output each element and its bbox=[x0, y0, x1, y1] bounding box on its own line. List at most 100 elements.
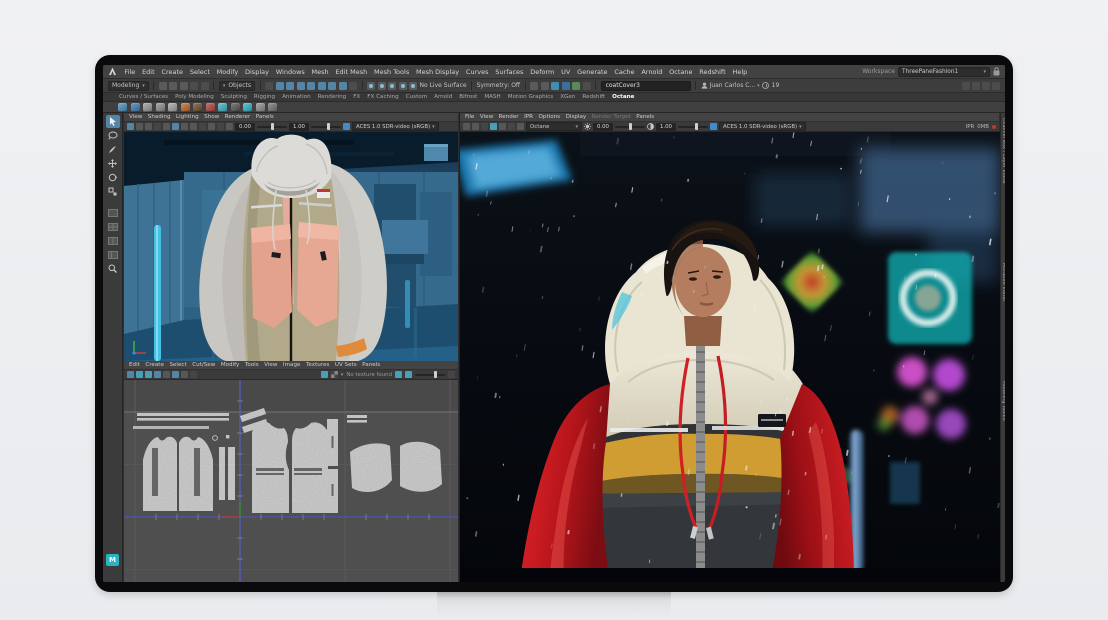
shelf-tab[interactable]: Rigging bbox=[254, 94, 275, 100]
octane-stop-render-icon[interactable] bbox=[268, 103, 277, 112]
shelf-tab[interactable]: Poly Modeling bbox=[175, 94, 214, 100]
menu-item[interactable]: Edit Mesh bbox=[332, 68, 371, 76]
camera-lock-icon[interactable] bbox=[136, 123, 143, 130]
octane-environment-icon[interactable] bbox=[181, 103, 190, 112]
quick-selection-input[interactable]: coatCover3 bbox=[601, 81, 691, 91]
uv-range-icon[interactable] bbox=[448, 371, 455, 378]
uv-texture-display-icon[interactable] bbox=[321, 371, 328, 378]
sidebar-toggle-toolsettings-icon[interactable] bbox=[982, 82, 990, 90]
uv-menu-item[interactable]: Select bbox=[169, 362, 186, 368]
uv-iso-icon[interactable] bbox=[163, 371, 170, 378]
mask-rendering-icon[interactable] bbox=[339, 82, 347, 90]
checker-map-icon[interactable] bbox=[331, 371, 338, 378]
grid-toggle-icon[interactable] bbox=[145, 123, 152, 130]
viewport-3d-canvas[interactable] bbox=[124, 132, 458, 361]
uv-menu-item[interactable]: Edit bbox=[129, 362, 140, 368]
menu-item[interactable]: Select bbox=[186, 68, 213, 76]
render-region-icon[interactable] bbox=[490, 123, 497, 130]
snap-curve-icon[interactable] bbox=[378, 82, 386, 90]
uv-menu-item[interactable]: Tools bbox=[245, 362, 259, 368]
render-menu-item[interactable]: Panels bbox=[636, 114, 654, 120]
move-tool[interactable] bbox=[106, 157, 120, 170]
aa-icon[interactable] bbox=[217, 123, 224, 130]
snap-grid-icon[interactable] bbox=[367, 82, 375, 90]
render-colorspace-dropdown[interactable]: ACES 1.0 SDR-video (sRGB)▾ bbox=[719, 122, 806, 131]
uv-filter-icon[interactable] bbox=[405, 371, 412, 378]
uv-face-mode-icon[interactable] bbox=[145, 371, 152, 378]
color-management-icon[interactable] bbox=[343, 123, 350, 130]
shelf-tab[interactable]: Sculpting bbox=[221, 94, 247, 100]
render-engine-dropdown[interactable]: Octane▾ bbox=[526, 122, 582, 131]
render-settings-icon[interactable] bbox=[551, 82, 559, 90]
uv-vertex-mode-icon[interactable] bbox=[127, 371, 134, 378]
uv-menu-item[interactable]: Cut/Sew bbox=[192, 362, 215, 368]
render-menu-item[interactable]: View bbox=[480, 114, 493, 120]
lock-selection-icon[interactable] bbox=[349, 82, 357, 90]
uv-menu-item[interactable]: Create bbox=[145, 362, 164, 368]
menu-item[interactable]: Mesh Tools bbox=[371, 68, 413, 76]
octane-ibl-light-icon[interactable] bbox=[168, 103, 177, 112]
viewport-menu-item[interactable]: Lighting bbox=[176, 114, 199, 120]
snap-plane-icon[interactable] bbox=[399, 82, 407, 90]
ao-icon[interactable] bbox=[208, 123, 215, 130]
render-clone-icon[interactable] bbox=[481, 123, 488, 130]
uv-brightness-slider[interactable] bbox=[415, 374, 445, 376]
octane-cloth-icon[interactable] bbox=[131, 103, 140, 112]
octane-rendertarget-icon[interactable] bbox=[231, 103, 240, 112]
sidebar-toggle-attreditor-icon[interactable] bbox=[972, 82, 980, 90]
mask-curves-icon[interactable] bbox=[297, 82, 305, 90]
layout-single-pane-button[interactable] bbox=[106, 206, 120, 219]
menu-item[interactable]: File bbox=[121, 68, 139, 76]
user-account-dropdown[interactable]: Juan Carlos C... ▾ bbox=[701, 82, 760, 89]
paint-effects-icon[interactable] bbox=[583, 82, 591, 90]
gamma-slider[interactable] bbox=[311, 126, 341, 128]
layout-split-pane-button[interactable] bbox=[106, 234, 120, 247]
menu-item[interactable]: Generate bbox=[574, 68, 611, 76]
layout-outliner-persp-button[interactable] bbox=[106, 248, 120, 261]
menu-item[interactable]: Deform bbox=[527, 68, 558, 76]
textured-icon[interactable] bbox=[181, 123, 188, 130]
shelf-tab[interactable]: Rendering bbox=[318, 94, 347, 100]
color-management-icon[interactable] bbox=[710, 123, 717, 130]
octane-spotlight-icon[interactable] bbox=[156, 103, 165, 112]
shelf-tab[interactable]: Custom bbox=[406, 94, 427, 100]
uv-dim-image-icon[interactable] bbox=[395, 371, 402, 378]
shelf-tab[interactable]: Redshift bbox=[582, 94, 605, 100]
shelf-tab[interactable]: XGen bbox=[560, 94, 575, 100]
ipr-stop-icon[interactable] bbox=[992, 125, 996, 129]
ipr-render-icon[interactable] bbox=[541, 82, 549, 90]
snap-surface-icon[interactable] bbox=[409, 82, 417, 90]
uv-snapshot-icon[interactable] bbox=[181, 371, 188, 378]
colorspace-dropdown[interactable]: ACES 1.0 SDR-video (sRGB)▾ bbox=[352, 122, 439, 131]
workspace-dropdown[interactable]: ThreePaneFashion1 ▾ bbox=[898, 67, 990, 77]
select-hierarchy-icon[interactable] bbox=[265, 82, 273, 90]
viewport-menu-item[interactable]: Shading bbox=[148, 114, 171, 120]
menu-item[interactable]: Modify bbox=[213, 68, 241, 76]
render-open-icon[interactable] bbox=[472, 123, 479, 130]
menu-item[interactable]: Display bbox=[242, 68, 273, 76]
menu-item[interactable]: Help bbox=[729, 68, 751, 76]
viewport-menu-item[interactable]: Panels bbox=[256, 114, 274, 120]
render-menu-item[interactable]: File bbox=[465, 114, 474, 120]
menu-item[interactable]: Windows bbox=[272, 68, 308, 76]
sidebar-vertical-tab[interactable]: Channel Box / Layer Editor bbox=[1001, 118, 1005, 184]
octane-arealight-icon[interactable] bbox=[143, 103, 152, 112]
zoom-tool[interactable] bbox=[106, 262, 120, 275]
selection-mask-dropdown[interactable]: ▾Objects bbox=[219, 81, 255, 91]
shelf-tab[interactable]: MASH bbox=[484, 94, 500, 100]
light-editor-icon[interactable] bbox=[572, 82, 580, 90]
menu-item[interactable]: Surfaces bbox=[492, 68, 527, 76]
uv-grid-icon[interactable] bbox=[172, 371, 179, 378]
menu-item[interactable]: Mesh bbox=[308, 68, 332, 76]
film-gate-icon[interactable] bbox=[154, 123, 161, 130]
mask-handles-icon[interactable] bbox=[276, 82, 284, 90]
select-tool[interactable] bbox=[106, 115, 120, 128]
mask-joints-icon[interactable] bbox=[286, 82, 294, 90]
viewport-gamma-field[interactable]: 1.00 bbox=[289, 123, 309, 131]
render-pick-icon[interactable] bbox=[508, 123, 515, 130]
render-menu-item[interactable]: Render Target bbox=[592, 114, 631, 120]
viewport-menu-item[interactable]: View bbox=[129, 114, 142, 120]
uv-menu-item[interactable]: UV Sets bbox=[335, 362, 357, 368]
shelf-tab[interactable]: Bifrost bbox=[459, 94, 477, 100]
menu-item[interactable]: Curves bbox=[463, 68, 492, 76]
